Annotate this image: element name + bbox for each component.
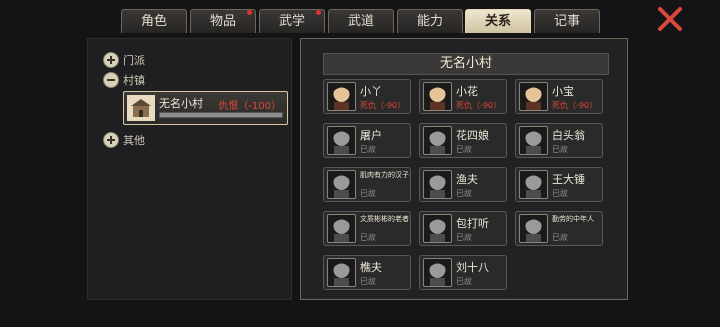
notification-dot [247,10,252,15]
member-status: 死仇（-90） [360,101,406,110]
plus-icon [103,52,119,68]
member-status: 死仇（-90） [552,101,598,110]
member-name: 刘十八 [456,261,489,274]
village-name: 无名小村 [159,97,203,110]
member-name: 肌肉有力的汉子 [360,171,409,179]
member-card[interactable]: 渔夫 已故 [419,167,507,202]
member-card[interactable]: 小宝死仇（-90） [515,79,603,114]
house-icon [127,95,155,121]
tree-node-other[interactable]: 其他 [103,131,145,149]
member-card[interactable]: 文质彬彬的老者 已故 [323,211,411,246]
tab-martial-arts[interactable]: 武学 [259,9,325,33]
plus-icon [103,132,119,148]
member-name: 小丫 [360,85,382,98]
member-status: 已故 [456,277,472,286]
character-portrait [423,82,452,111]
character-portrait [519,126,548,155]
member-card[interactable]: 白头翁 已故 [515,123,603,158]
character-portrait [327,82,356,111]
tab-bar: 角色 物品 武学 武道 能力 关系 记事 [0,0,720,36]
tab-relations[interactable]: 关系 [465,9,531,33]
village-relation-status: 仇恨（-100） [218,101,281,112]
village-list-item-selected[interactable]: 无名小村 仇恨（-100） [123,91,288,125]
member-status: 已故 [360,145,376,154]
close-button[interactable] [657,6,683,32]
member-name: 包打听 [456,217,489,230]
member-name: 文质彬彬的老者 [360,215,409,223]
member-card[interactable]: 小丫死仇（-90） [323,79,411,114]
member-status: 已故 [456,189,472,198]
member-name: 白头翁 [552,129,585,142]
member-card[interactable]: 包打听 已故 [419,211,507,246]
village-members-panel: 无名小村 小丫 死仇（-90） 小花 死仇（-90） 小宝 死仇（-90） 屠户 已故 花四娘已… [300,38,628,300]
tree-label: 村镇 [123,74,145,87]
member-status: 已故 [456,233,472,242]
member-status: 已故 [552,145,568,154]
member-card[interactable]: 勤劳的中年人 已故 [515,211,603,246]
tree-label: 其他 [123,134,145,147]
member-card[interactable]: 花四娘 已故 [419,123,507,158]
member-status: 已故 [552,189,568,198]
relation-category-panel: 门派 村镇 无名小村 仇恨（-100） 其他 [87,38,292,300]
character-portrait [327,170,356,199]
member-name: 勤劳的中年人 [552,215,594,223]
member-name: 樵夫 [360,261,382,274]
village-title: 无名小村 [323,53,609,75]
tab-items[interactable]: 物品 [190,9,256,33]
member-status: 已故 [360,277,376,286]
member-status: 已故 [552,233,568,242]
member-card[interactable]: 刘十八 已故 [419,255,507,290]
member-name: 王大锤 [552,173,585,186]
character-portrait [423,214,452,243]
member-card[interactable]: 王大锤 已故 [515,167,603,202]
character-portrait [327,214,356,243]
member-status: 已故 [360,189,376,198]
character-portrait [327,258,356,287]
member-name: 花四娘 [456,129,489,142]
character-portrait [423,170,452,199]
tree-node-sect[interactable]: 门派 [103,51,145,69]
character-portrait [423,258,452,287]
tab-martial-way[interactable]: 武道 [328,9,394,33]
member-status: 已故 [360,233,376,242]
member-card[interactable]: 屠户 已故 [323,123,411,158]
member-name: 渔夫 [456,173,478,186]
member-card[interactable]: 樵夫 已故 [323,255,411,290]
relation-bar [159,112,283,118]
close-x-icon [658,7,682,31]
character-portrait [519,170,548,199]
notification-dot [316,10,321,15]
tab-journal[interactable]: 记事 [534,9,600,33]
member-name: 小花 [456,85,478,98]
member-name: 小宝 [552,85,574,98]
character-portrait [519,82,548,111]
character-portrait [423,126,452,155]
minus-icon [103,72,119,88]
character-portrait [327,126,356,155]
member-status: 死仇（-90） [456,101,502,110]
tab-character[interactable]: 角色 [121,9,187,33]
character-portrait [519,214,548,243]
member-card[interactable]: 小花死仇（-90） [419,79,507,114]
member-status: 已故 [456,145,472,154]
tree-label: 门派 [123,54,145,67]
member-card[interactable]: 肌肉有力的汉子 已故 [323,167,411,202]
tab-abilities[interactable]: 能力 [397,9,463,33]
tree-node-village-group[interactable]: 村镇 [103,71,145,89]
member-name: 屠户 [360,129,382,142]
